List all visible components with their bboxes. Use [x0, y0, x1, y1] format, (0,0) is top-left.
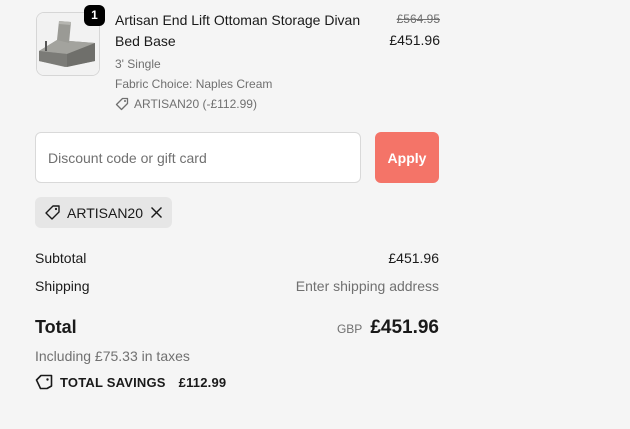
total-row: Total GBP £451.96	[35, 317, 439, 339]
savings-tag-icon	[35, 374, 53, 390]
shipping-label: Shipping	[35, 278, 90, 294]
product-info: Artisan End Lift Ottoman Storage Divan B…	[115, 10, 375, 111]
discount-code-input[interactable]	[35, 132, 361, 183]
savings-value: £112.99	[178, 374, 227, 390]
cart-line-item: 1 Artisan End Lift Ottoman Storage Divan…	[36, 5, 440, 111]
total-amount-group: GBP £451.96	[337, 317, 439, 339]
tag-icon	[115, 97, 129, 111]
savings-label: TOTAL SAVINGS	[60, 374, 166, 390]
original-price: £564.95	[396, 12, 440, 26]
total-label: Total	[35, 317, 77, 337]
applied-code-label: ARTISAN20	[67, 204, 143, 221]
taxes-note: Including £75.33 in taxes	[35, 348, 190, 364]
product-discount: ARTISAN20 (-£112.99)	[115, 97, 375, 111]
applied-discount-chip: ARTISAN20	[35, 197, 172, 228]
product-size: 3' Single	[115, 57, 161, 71]
total-value: £451.96	[370, 317, 439, 338]
currency-code: GBP	[336, 322, 363, 336]
subtotal-label: Subtotal	[35, 250, 87, 266]
subtotal-value: £451.96	[388, 250, 439, 266]
shipping-row: Shipping Enter shipping address	[35, 278, 439, 294]
product-fabric: Fabric Choice: Naples Cream	[115, 77, 273, 91]
order-summary: 1 Artisan End Lift Ottoman Storage Divan…	[0, 0, 630, 429]
current-price: £451.96	[389, 32, 440, 48]
total-savings: TOTAL SAVINGS £112.99	[35, 374, 226, 390]
apply-button[interactable]: Apply	[375, 132, 439, 183]
product-discount-label: ARTISAN20 (-£112.99)	[134, 97, 257, 111]
quantity-badge: 1	[84, 5, 105, 26]
product-price: £564.95 £451.96	[389, 10, 440, 50]
discount-form: Apply	[35, 132, 440, 183]
shipping-value: Enter shipping address	[295, 278, 439, 294]
product-name: Artisan End Lift Ottoman Storage Divan B…	[115, 12, 361, 49]
tag-icon	[44, 204, 61, 221]
close-icon[interactable]	[150, 206, 163, 219]
subtotal-row: Subtotal £451.96	[35, 250, 439, 266]
